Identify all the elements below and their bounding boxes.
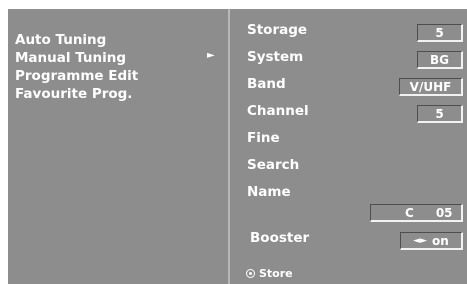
booster-toggle[interactable]: ◄► on — [400, 232, 463, 250]
booster-value: on — [432, 233, 449, 248]
menu-item-manual-tuning[interactable]: Manual Tuning ► — [15, 50, 215, 66]
menu-item-label: Favourite Prog. — [15, 86, 133, 102]
band-value[interactable]: V/UHF — [399, 78, 463, 96]
menu-item-auto-tuning[interactable]: Auto Tuning — [15, 32, 106, 48]
name-prefix: C — [405, 205, 414, 220]
menu-item-favourite-prog[interactable]: Favourite Prog. — [15, 86, 132, 102]
booster-label: Booster — [250, 230, 310, 246]
storage-value[interactable]: 5 — [417, 24, 463, 42]
main-menu-panel: Auto Tuning Manual Tuning ► Programme Ed… — [8, 9, 228, 262]
submenu-arrow-icon: ► — [207, 50, 215, 61]
main-menu-footer — [8, 262, 228, 284]
search-label[interactable]: Search — [247, 157, 299, 173]
menu-item-label: Manual Tuning — [15, 50, 127, 66]
channel-value[interactable]: 5 — [417, 105, 463, 123]
store-button[interactable]: Store — [246, 267, 293, 280]
menu-item-label: Auto Tuning — [15, 32, 107, 48]
name-label: Name — [247, 184, 291, 200]
footer-bar: Store — [228, 262, 467, 284]
name-number: 05 — [435, 205, 453, 220]
left-right-arrows-icon: ◄► — [413, 235, 428, 246]
channel-label: Channel — [247, 103, 309, 119]
circle-dot-icon — [246, 269, 255, 278]
menu-item-programme-edit[interactable]: Programme Edit — [15, 68, 138, 84]
storage-label: Storage — [247, 22, 308, 38]
system-value[interactable]: BG — [417, 51, 463, 69]
system-label: System — [247, 49, 304, 65]
band-label: Band — [247, 76, 286, 92]
menu-item-label: Programme Edit — [15, 68, 139, 84]
manual-tuning-panel: Storage 5 System BG Band V/UHF Channel 5… — [228, 9, 467, 262]
tv-menu-screen: Auto Tuning Manual Tuning ► Programme Ed… — [0, 0, 467, 284]
fine-label[interactable]: Fine — [247, 130, 280, 146]
store-label: Store — [259, 267, 293, 280]
name-value[interactable]: C 05 — [370, 204, 463, 222]
